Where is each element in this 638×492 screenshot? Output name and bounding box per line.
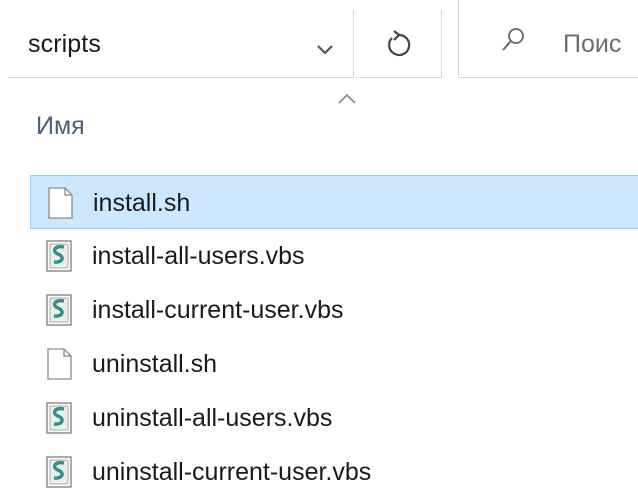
vbs-script-file-icon bbox=[46, 240, 72, 272]
file-row[interactable]: install-all-users.vbs bbox=[30, 229, 638, 283]
vbs-script-file-icon bbox=[46, 294, 72, 326]
file-row[interactable]: uninstall-all-users.vbs bbox=[30, 391, 638, 445]
file-row[interactable]: install-current-user.vbs bbox=[30, 283, 638, 337]
file-name: install-current-user.vbs bbox=[92, 296, 344, 324]
refresh-icon bbox=[387, 29, 410, 56]
file-row[interactable]: uninstall.sh bbox=[30, 337, 638, 391]
vbs-script-file-icon bbox=[46, 456, 72, 488]
chevron-down-icon bbox=[317, 45, 333, 55]
file-list: install.sh install-all-users.vbs install… bbox=[30, 175, 638, 492]
search-input[interactable]: Поис bbox=[563, 30, 621, 59]
vbs-script-file-icon bbox=[46, 402, 72, 434]
search-icon bbox=[502, 28, 524, 51]
file-name: install.sh bbox=[93, 189, 191, 217]
address-history-dropdown-button[interactable] bbox=[300, 28, 350, 72]
refresh-button[interactable] bbox=[356, 10, 442, 78]
file-explorer-window: scripts Поис Имя install.sh install-all-… bbox=[0, 0, 638, 492]
search-box[interactable]: Поис bbox=[458, 0, 638, 78]
blank-file-icon bbox=[48, 187, 73, 219]
blank-file-icon bbox=[47, 348, 72, 380]
address-current-folder[interactable]: scripts bbox=[28, 30, 101, 59]
file-name: uninstall.sh bbox=[92, 350, 218, 378]
column-header-name[interactable]: Имя bbox=[36, 112, 85, 141]
file-name: uninstall-all-users.vbs bbox=[92, 404, 333, 432]
file-row[interactable]: uninstall-current-user.vbs bbox=[30, 445, 638, 492]
file-row[interactable]: install.sh bbox=[30, 175, 638, 229]
file-name: uninstall-current-user.vbs bbox=[92, 458, 372, 486]
sort-ascending-icon bbox=[338, 93, 356, 104]
address-bar[interactable]: scripts bbox=[8, 10, 354, 78]
file-name: install-all-users.vbs bbox=[92, 242, 305, 270]
